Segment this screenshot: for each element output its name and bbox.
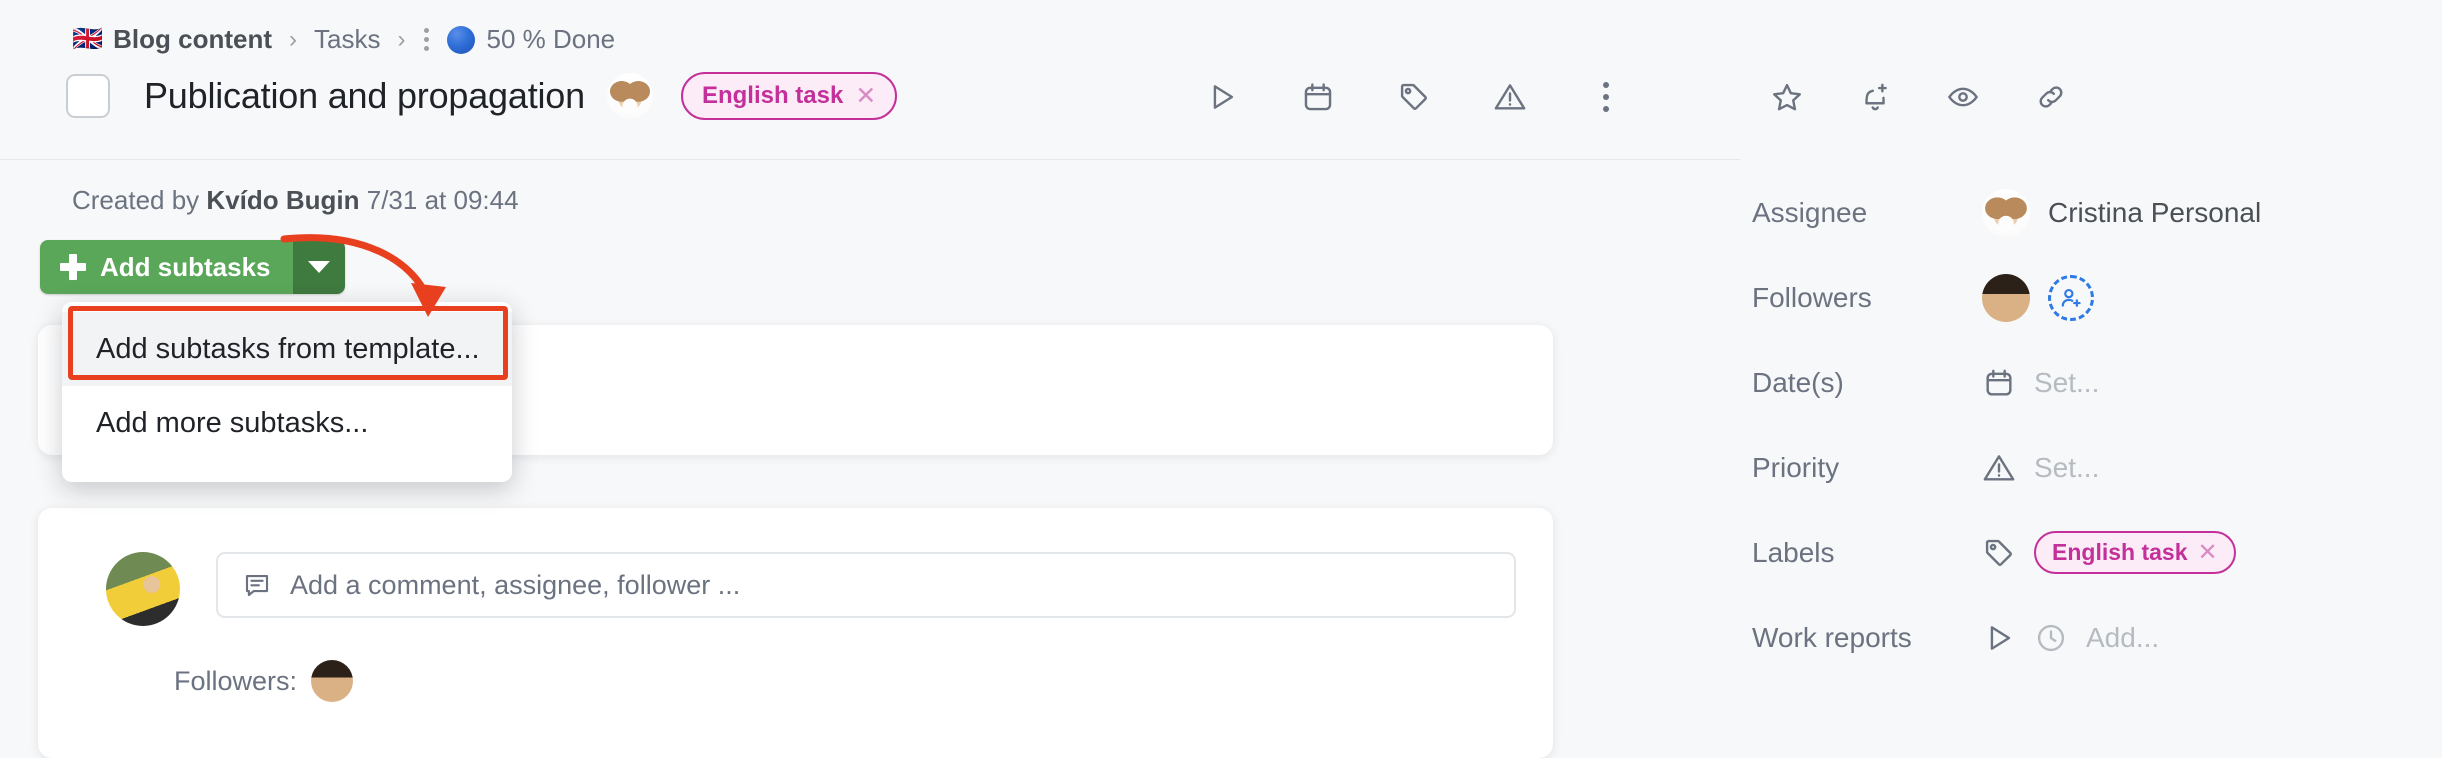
task-header: 🇬🇧 Blog content › Tasks › 50 % Done Publ… xyxy=(0,0,1740,160)
breadcrumb-more-icon[interactable] xyxy=(424,28,430,51)
status-badge[interactable]: 50 % Done xyxy=(447,24,615,55)
dates-placeholder: Set... xyxy=(2034,366,2100,398)
add-subtasks-menu: Add subtasks from template... Add more s… xyxy=(62,302,512,482)
chevron-down-icon xyxy=(307,261,330,273)
follower-avatar-sidebar[interactable] xyxy=(1982,273,2030,322)
label-chip-sidebar-text: English task xyxy=(2052,539,2188,565)
dates-value[interactable]: Set... xyxy=(1982,366,2099,400)
status-dot-icon xyxy=(447,25,476,54)
add-follower-icon[interactable] xyxy=(2048,274,2094,321)
detail-row-priority: Priority Set... xyxy=(1752,425,2412,510)
label-chip-english-task[interactable]: English task ✕ xyxy=(680,72,898,120)
priority-icon[interactable] xyxy=(1493,80,1527,114)
breadcrumb-project[interactable]: Blog content xyxy=(113,24,272,55)
label-chip-sidebar[interactable]: English task ✕ xyxy=(2034,531,2236,574)
detail-row-labels: Labels English task ✕ xyxy=(1752,510,2412,595)
page-title[interactable]: Publication and propagation xyxy=(144,75,585,117)
followers-value xyxy=(1982,273,2094,322)
chevron-right-icon: › xyxy=(289,25,298,53)
header-toolbar xyxy=(1205,80,1623,114)
comment-followers: Followers: xyxy=(174,660,354,702)
detail-row-assignee: Assignee Cristina Personal xyxy=(1752,170,2412,255)
add-subtasks-split-button: Add subtasks xyxy=(40,240,345,294)
sidebar-toolbar xyxy=(1770,80,2068,114)
clock-icon[interactable] xyxy=(2034,621,2068,655)
main-panel: 🇬🇧 Blog content › Tasks › 50 % Done Publ… xyxy=(0,0,1740,758)
created-author[interactable]: Kvído Bugin xyxy=(206,185,359,215)
labels-value: English task ✕ xyxy=(1982,531,2236,574)
follower-avatar[interactable] xyxy=(311,660,354,702)
breadcrumb-section[interactable]: Tasks xyxy=(314,24,380,55)
close-icon-sidebar[interactable]: ✕ xyxy=(2197,538,2217,567)
copy-link-icon[interactable] xyxy=(2034,80,2068,114)
comment-row: Add a comment, assignee, follower ... xyxy=(106,552,1516,626)
current-user-avatar[interactable] xyxy=(106,552,180,626)
details-sidebar: Assignee Cristina Personal Followers Dat… xyxy=(1740,0,2442,690)
priority-value[interactable]: Set... xyxy=(1982,451,2099,485)
menu-item-add-more-subtasks[interactable]: Add more subtasks... xyxy=(62,386,512,460)
dates-label: Date(s) xyxy=(1752,366,1844,398)
followers-label-sidebar: Followers xyxy=(1752,281,1872,313)
detail-row-dates: Date(s) Set... xyxy=(1752,340,2412,425)
watch-eye-icon[interactable] xyxy=(1946,80,1980,114)
assignee-name: Cristina Personal xyxy=(2048,196,2262,228)
comment-bubble-icon xyxy=(242,570,272,600)
task-complete-checkbox[interactable] xyxy=(66,74,110,118)
add-subtasks-button[interactable]: Add subtasks xyxy=(40,240,293,294)
priority-label: Priority xyxy=(1752,451,1840,483)
close-icon[interactable]: ✕ xyxy=(855,81,876,111)
priority-placeholder: Set... xyxy=(2034,451,2100,483)
add-subtasks-label: Add subtasks xyxy=(100,251,271,282)
comment-input[interactable]: Add a comment, assignee, follower ... xyxy=(216,552,1516,618)
work-reports-label: Work reports xyxy=(1752,621,1912,653)
labels-label: Labels xyxy=(1752,536,1835,568)
add-subtasks-dropdown-toggle[interactable] xyxy=(292,240,345,294)
followers-label: Followers: xyxy=(174,665,298,696)
assignee-avatar-sidebar[interactable] xyxy=(1982,188,2030,237)
details-rows: Assignee Cristina Personal Followers Dat… xyxy=(1752,170,2412,680)
label-chip-text: English task xyxy=(701,82,844,109)
more-options-icon[interactable] xyxy=(1589,80,1623,114)
work-reports-placeholder: Add... xyxy=(2086,621,2160,653)
due-date-icon[interactable] xyxy=(1301,80,1335,114)
assignee-value[interactable]: Cristina Personal xyxy=(1982,188,2262,237)
comment-placeholder: Add a comment, assignee, follower ... xyxy=(290,569,741,600)
favorite-star-icon[interactable] xyxy=(1770,80,1804,114)
created-by-line: Created by Kvído Bugin 7/31 at 09:44 xyxy=(72,185,519,216)
start-timer-icon[interactable] xyxy=(1205,80,1239,114)
breadcrumb: 🇬🇧 Blog content › Tasks › 50 % Done xyxy=(72,24,615,55)
uk-flag-icon: 🇬🇧 xyxy=(72,25,104,53)
calendar-icon xyxy=(1982,366,2016,400)
chevron-right-icon-2: › xyxy=(397,25,406,53)
assignee-avatar[interactable] xyxy=(606,73,653,119)
detail-row-followers: Followers xyxy=(1752,255,2412,340)
created-prefix: Created by xyxy=(72,185,200,215)
warning-icon xyxy=(1982,451,2016,485)
comment-card: Add a comment, assignee, follower ... Fo… xyxy=(38,508,1553,758)
detail-row-work-reports: Work reports Add... xyxy=(1752,595,2412,680)
status-label: 50 % Done xyxy=(486,24,616,54)
label-icon[interactable] xyxy=(1397,80,1431,114)
reminder-bell-icon[interactable] xyxy=(1858,80,1892,114)
task-detail-screen: 🇬🇧 Blog content › Tasks › 50 % Done Publ… xyxy=(0,0,2442,758)
tag-icon xyxy=(1982,536,2016,570)
created-date: 7/31 at 09:44 xyxy=(366,185,519,215)
assignee-label: Assignee xyxy=(1752,196,1868,228)
work-reports-value: Add... xyxy=(1982,621,2159,655)
plus-icon xyxy=(60,254,86,280)
menu-item-add-from-template[interactable]: Add subtasks from template... xyxy=(62,312,512,386)
play-icon[interactable] xyxy=(1982,621,2016,655)
